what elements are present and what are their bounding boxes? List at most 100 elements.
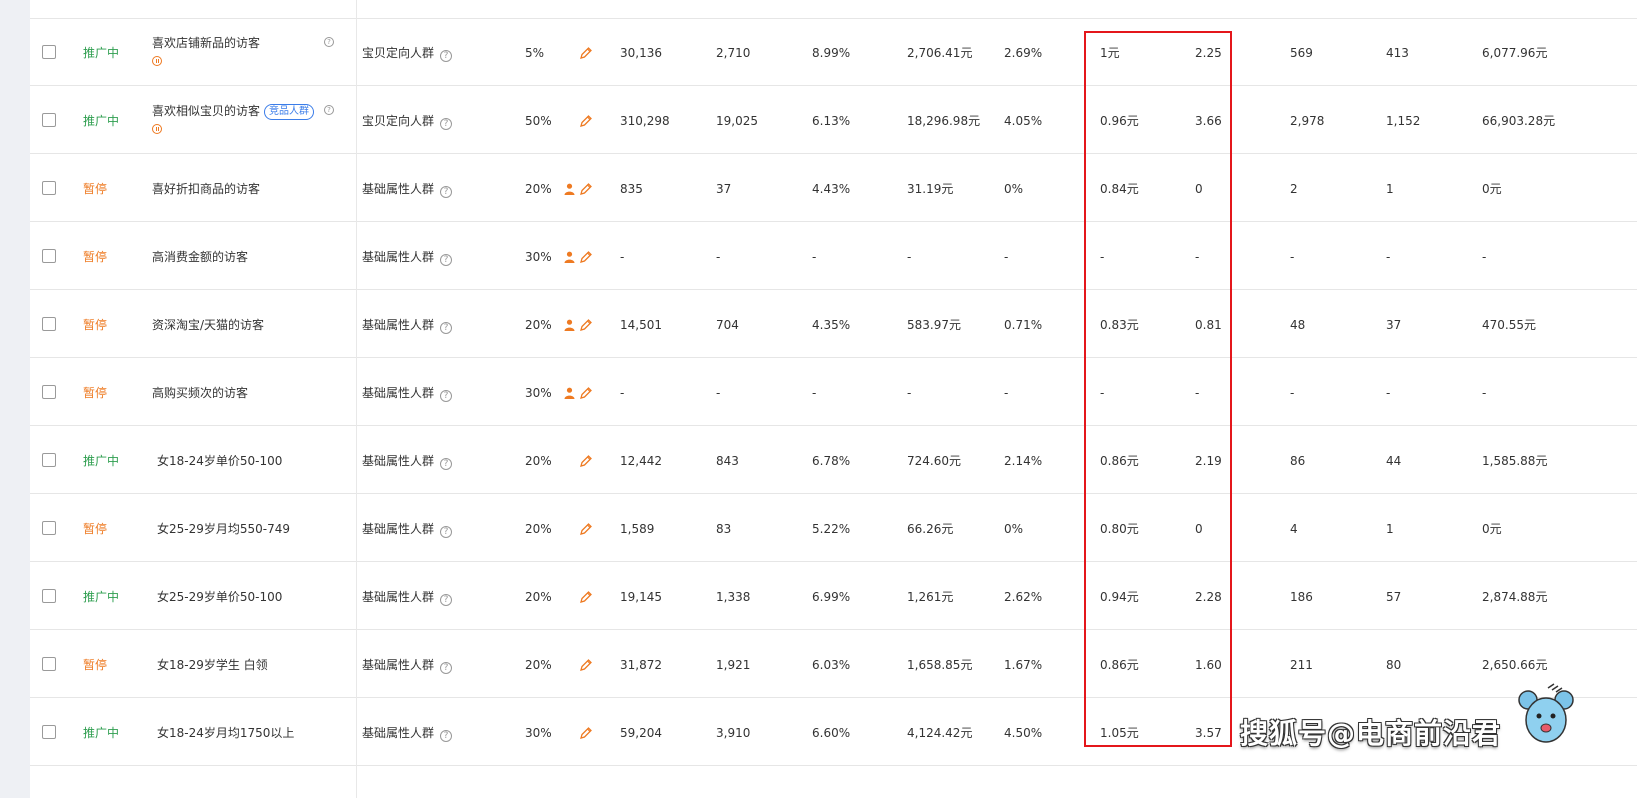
status-label[interactable]: 推广中 (83, 18, 119, 88)
row-checkbox[interactable] (42, 249, 56, 263)
help-icon[interactable]: ? (324, 37, 334, 47)
impressions: 310,298 (620, 114, 670, 128)
conversion-rate: - (1004, 250, 1009, 264)
cost: - (907, 250, 912, 264)
favorites: 86 (1290, 454, 1306, 468)
person-icon (564, 183, 575, 195)
add-to-cart: 413 (1386, 46, 1409, 60)
table-row: 推广中 喜欢相似宝贝的访客 竞品人群? 宝贝定向人群? 50% 310,298 19,025… (30, 86, 1637, 154)
deal-amount: - (1482, 386, 1487, 400)
crowd-name: 喜好折扣商品的访客 (152, 182, 261, 196)
help-icon[interactable]: ? (440, 118, 453, 130)
help-icon[interactable]: ? (440, 50, 453, 62)
impressions: 1,589 (620, 522, 655, 536)
add-to-cart: 44 (1386, 454, 1402, 468)
status-label[interactable]: 推广中 (83, 698, 119, 768)
help-icon[interactable]: ? (440, 526, 453, 538)
table-row: 暂停 喜好折扣商品的访客 基础属性人群? 20% 835 37 4.43% 31.19元 0% 0… (30, 154, 1637, 222)
edit-pencil-icon[interactable] (579, 318, 593, 332)
help-icon[interactable]: ? (324, 105, 334, 115)
edit-pencil-icon[interactable] (579, 182, 593, 196)
click-rate: 4.35% (812, 318, 851, 332)
edit-pencil-icon[interactable] (579, 726, 593, 740)
crowd-name-cell: 女18-29岁学生 白领 (152, 630, 352, 700)
row-checkbox[interactable] (42, 317, 56, 331)
row-checkbox[interactable] (42, 521, 56, 535)
crowd-name: 喜欢相似宝贝的访客 竞品人群 (152, 103, 315, 120)
edit-pencil-icon[interactable] (579, 590, 593, 604)
cost: 1,261元 (907, 590, 954, 604)
click-rate: 6.99% (812, 590, 851, 604)
edit-pencil-icon[interactable] (579, 658, 593, 672)
status-label[interactable]: 暂停 (83, 494, 107, 564)
help-icon[interactable]: ? (440, 390, 453, 402)
crowd-type: 基础属性人群 (362, 522, 435, 536)
row-checkbox[interactable] (42, 725, 56, 739)
row-checkbox[interactable] (42, 181, 56, 195)
row-checkbox[interactable] (42, 453, 56, 467)
page-left-strip (0, 0, 30, 798)
competitor-tag: 竞品人群 (264, 104, 315, 120)
row-checkbox[interactable] (42, 657, 56, 671)
help-icon[interactable]: ? (440, 730, 453, 742)
cost: 1,658.85元 (907, 658, 973, 672)
crowd-type: 宝贝定向人群 (362, 46, 435, 60)
favorites: 48 (1290, 318, 1306, 332)
pause-icon[interactable] (152, 56, 162, 66)
deal-amount: 66,903.28元 (1482, 114, 1556, 128)
crowd-name-cell: 资深淘宝/天猫的访客 (152, 290, 352, 360)
edit-pencil-icon[interactable] (579, 454, 593, 468)
status-label[interactable]: 暂停 (83, 358, 107, 428)
impressions: 30,136 (620, 46, 662, 60)
edit-pencil-icon[interactable] (579, 386, 593, 400)
help-icon[interactable]: ? (440, 186, 453, 198)
add-to-cart: 1,152 (1386, 114, 1421, 128)
status-label[interactable]: 暂停 (83, 222, 107, 292)
add-to-cart: 1 (1386, 182, 1394, 196)
row-checkbox[interactable] (42, 45, 56, 59)
edit-pencil-icon[interactable] (579, 522, 593, 536)
favorites: 2,978 (1290, 114, 1325, 128)
row-checkbox[interactable] (42, 385, 56, 399)
help-icon[interactable]: ? (440, 662, 453, 674)
crowd-name: 女18-24岁单价50-100 (157, 454, 283, 468)
help-icon[interactable]: ? (440, 594, 453, 606)
clicks: - (716, 250, 721, 264)
status-label[interactable]: 推广中 (83, 426, 119, 496)
crowd-table: 推广中 喜欢店铺新品的访客? 宝贝定向人群? 5% 30,136 2,710 8.99% 2,… (30, 0, 1637, 798)
click-rate: 6.60% (812, 726, 851, 740)
help-icon[interactable]: ? (440, 254, 453, 266)
crowd-type-cell: 基础属性人群? (362, 426, 453, 496)
status-label[interactable]: 暂停 (83, 630, 107, 700)
add-to-cart: 80 (1386, 658, 1402, 672)
premium-rate: 30% (525, 386, 552, 400)
status-label[interactable]: 暂停 (83, 154, 107, 224)
edit-pencil-icon[interactable] (579, 46, 593, 60)
crowd-type: 基础属性人群 (362, 182, 435, 196)
row-checkbox[interactable] (42, 113, 56, 127)
pause-icon[interactable] (152, 124, 162, 134)
help-icon[interactable]: ? (440, 322, 453, 334)
deal-amount: 470.55元 (1482, 318, 1536, 332)
help-icon[interactable]: ? (440, 458, 453, 470)
crowd-name-cell: 高消费金额的访客 (152, 222, 352, 292)
deal-amount: 6,077.96元 (1482, 46, 1548, 60)
conversion-rate: 2.69% (1004, 46, 1043, 60)
crowd-name-cell: 女18-24岁单价50-100 (152, 426, 352, 496)
status-label[interactable]: 推广中 (83, 86, 119, 156)
status-label[interactable]: 推广中 (83, 562, 119, 632)
premium-rate: 50% (525, 114, 552, 128)
table-row: 暂停 女25-29岁月均550-749 基础属性人群? 20% 1,589 83 5.22%… (30, 494, 1637, 562)
click-rate: 4.43% (812, 182, 851, 196)
clicks: 704 (716, 318, 739, 332)
edit-pencil-icon[interactable] (579, 114, 593, 128)
person-icon (564, 251, 575, 263)
row-checkbox[interactable] (42, 589, 56, 603)
premium-rate: 30% (525, 250, 552, 264)
crowd-name-cell: 喜欢店铺新品的访客? (152, 18, 352, 88)
favorites: 186 (1290, 590, 1313, 604)
clicks: 3,910 (716, 726, 751, 740)
conversion-rate: 2.62% (1004, 590, 1043, 604)
edit-pencil-icon[interactable] (579, 250, 593, 264)
status-label[interactable]: 暂停 (83, 290, 107, 360)
